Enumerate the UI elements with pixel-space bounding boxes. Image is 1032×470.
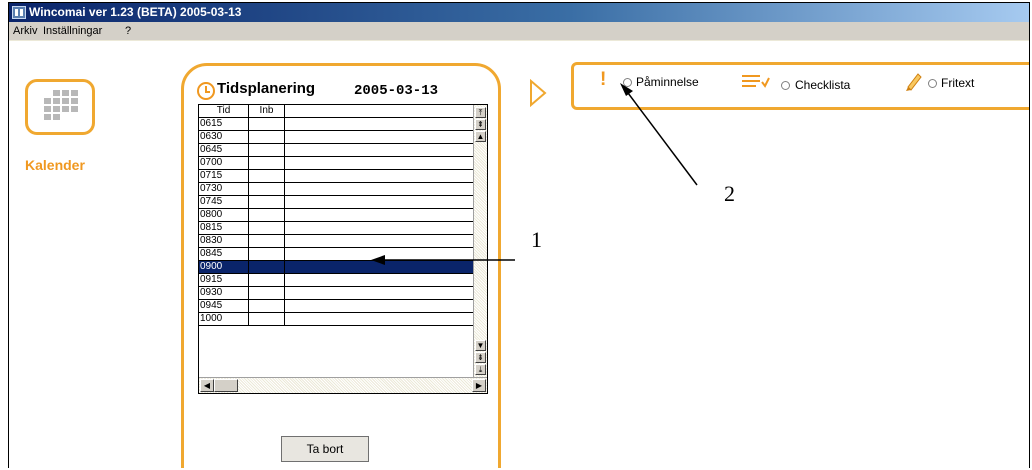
callout-2-arrow [624,88,698,186]
menu-bar: Arkiv Inställningar ? [9,22,1029,41]
callout-2: 2 [724,181,735,206]
callout-1-arrowhead [371,255,385,265]
app-icon [12,6,26,19]
main-content: Kalender Tidsplanering 2005-03-13 Tid In… [9,41,1029,468]
title-bar: Wincomai ver 1.23 (BETA) 2005-03-13 [9,3,1029,22]
annotation-layer [371,83,698,265]
menu-arkiv[interactable]: Arkiv [13,22,37,40]
menu-help[interactable]: ? [125,22,131,40]
menu-installningar[interactable]: Inställningar [43,22,102,40]
callout-2-arrowhead [620,83,633,96]
window-title: Wincomai ver 1.23 (BETA) 2005-03-13 [29,5,242,19]
callout-1: 1 [531,227,542,252]
app-window: Wincomai ver 1.23 (BETA) 2005-03-13 Arki… [8,2,1030,468]
